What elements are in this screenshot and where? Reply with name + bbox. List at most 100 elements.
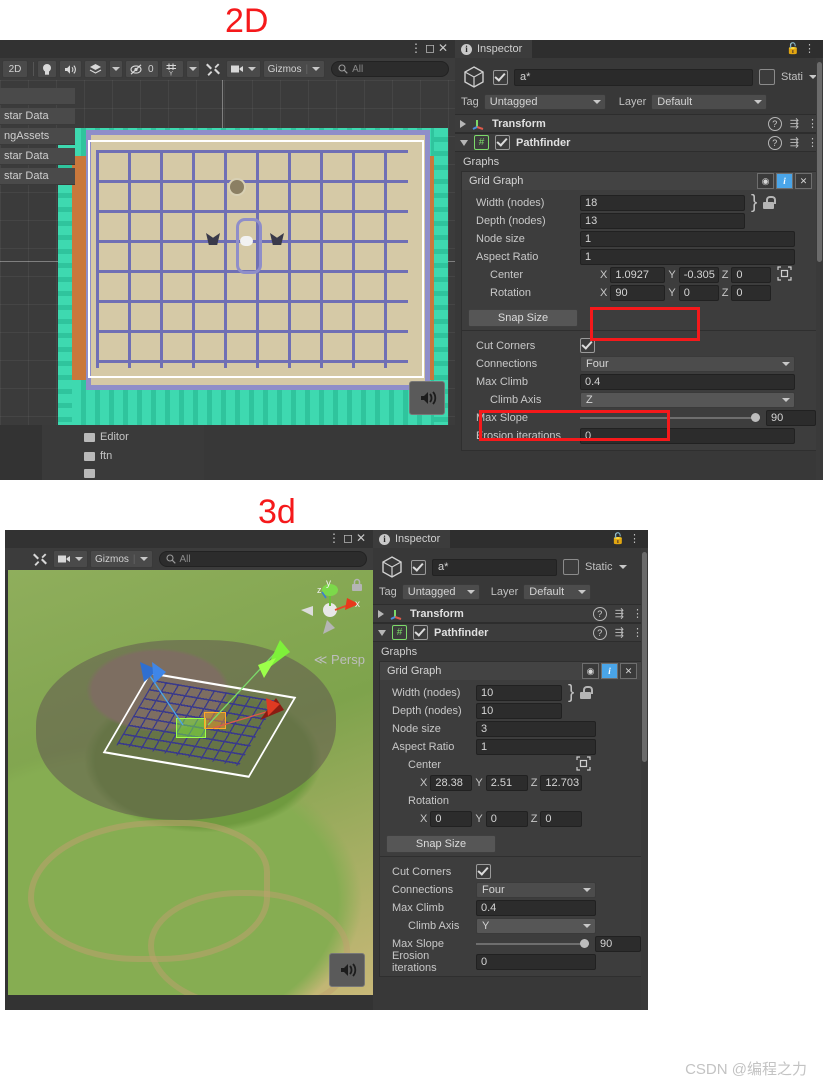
component-enabled-checkbox[interactable] <box>413 625 428 640</box>
projection-mode-label[interactable]: ≪ Persp <box>314 652 365 668</box>
layer-dropdown[interactable]: Default <box>651 94 768 110</box>
tab-inspector-2d[interactable]: i Inspector <box>455 40 533 58</box>
preset-icon[interactable]: ⇶ <box>790 136 799 149</box>
eye-icon[interactable]: ◉ <box>757 173 774 189</box>
snap-size-button-3d[interactable]: Snap Size <box>386 835 496 853</box>
connections-dropdown[interactable]: Four <box>476 881 596 898</box>
info-icon[interactable]: i <box>776 173 793 189</box>
component-tools[interactable]: ? ⇶ ⋮ <box>592 625 643 640</box>
snap-to-view-icon[interactable] <box>576 755 591 774</box>
max-climb-input[interactable]: 0.4 <box>580 373 795 390</box>
scene-camera-button[interactable] <box>225 60 261 78</box>
static-checkbox[interactable] <box>758 69 775 85</box>
audio-listener-button[interactable] <box>409 381 445 415</box>
lighting-toggle-button[interactable] <box>37 60 57 78</box>
rotation-y-input[interactable]: 0 <box>678 284 719 301</box>
object-active-checkbox[interactable] <box>493 69 508 85</box>
chevron-right-icon[interactable] <box>378 609 384 618</box>
close-icon[interactable]: ✕ <box>795 173 812 189</box>
scene-camera-button-3d[interactable] <box>53 550 88 568</box>
help-icon[interactable]: ? <box>767 135 782 150</box>
window-menu-icon[interactable]: ⋮ <box>410 41 425 55</box>
component-header-pathfinder-2d[interactable]: # Pathfinder ? ⇶ ⋮ <box>455 133 823 152</box>
component-tools[interactable]: ? ⇶ ⋮ <box>767 135 818 150</box>
grid-snapping-button[interactable]: Y <box>160 60 184 78</box>
close-icon[interactable]: ✕ <box>620 663 637 679</box>
layer-dropdown[interactable]: Default <box>523 584 592 600</box>
depth-input[interactable]: 13 <box>580 212 745 229</box>
rotation-y-input[interactable]: 0 <box>485 810 528 827</box>
rotation-x-input[interactable]: 90 <box>610 284 666 301</box>
component-tools[interactable]: ? ⇶ ⋮ <box>592 606 643 621</box>
rotation-z-input[interactable]: 0 <box>540 810 583 827</box>
window-menu-icon[interactable]: ⋮ <box>328 531 343 545</box>
preset-icon[interactable]: ⇶ <box>790 117 799 130</box>
scene-3d-viewport[interactable]: z y x ≪ Persp <box>8 570 373 995</box>
slider-knob[interactable] <box>580 939 589 948</box>
inspector-3d-scrollbar[interactable] <box>641 548 648 1010</box>
cut-corners-checkbox[interactable] <box>580 338 595 353</box>
tab-inspector-3d[interactable]: i Inspector <box>373 530 451 548</box>
aspect-ratio-input[interactable]: 1 <box>580 248 795 265</box>
scene-orientation-gizmo[interactable]: z y x <box>295 576 365 646</box>
info-icon[interactable]: i <box>601 663 618 679</box>
toggle-2d-button[interactable]: 2D <box>2 60 28 78</box>
max-slope-slider[interactable] <box>476 936 589 952</box>
lock-icon[interactable]: 🔓 <box>611 533 629 545</box>
lock-icon[interactable] <box>763 196 776 209</box>
component-header-transform-3d[interactable]: Transform ? ⇶ ⋮ <box>373 604 648 623</box>
chevron-right-icon[interactable] <box>460 119 466 128</box>
climb-axis-dropdown[interactable]: Y <box>476 917 596 934</box>
scene-tools-button-3d[interactable] <box>29 550 51 568</box>
component-tools[interactable]: ? ⇶ ⋮ <box>767 116 818 131</box>
center-z-input[interactable]: 12.703 <box>540 774 583 791</box>
object-name-input[interactable]: a* <box>432 558 557 576</box>
object-active-checkbox[interactable] <box>411 559 426 575</box>
lock-icon[interactable] <box>580 686 593 699</box>
center-z-input[interactable]: 0 <box>731 266 772 283</box>
project-peek-item-1[interactable]: ftn <box>84 450 112 462</box>
fx-toggle-button[interactable] <box>84 60 107 78</box>
inspector-2d-scrollbar[interactable] <box>816 58 823 480</box>
center-y-input[interactable]: -0.305 <box>678 266 719 283</box>
hierarchy-peek-item-3[interactable]: star Data <box>0 148 75 165</box>
grid-graph-header-3d[interactable]: Grid Graph ◉ i ✕ <box>380 662 641 680</box>
preset-icon[interactable]: ⇶ <box>615 607 624 620</box>
eye-icon[interactable]: ◉ <box>582 663 599 679</box>
hierarchy-peek-item-1[interactable]: star Data <box>0 108 75 125</box>
depth-input[interactable]: 10 <box>476 702 562 719</box>
max-slope-input[interactable]: 90 <box>595 935 641 952</box>
scene-2d-window-buttons[interactable]: ⋮◻✕ <box>410 41 451 55</box>
lock-icon[interactable]: 🔓 <box>786 43 804 55</box>
scene-3d-window-buttons[interactable]: ⋮◻✕ <box>328 531 369 545</box>
rotation-x-input[interactable]: 0 <box>430 810 473 827</box>
help-icon[interactable]: ? <box>592 625 607 640</box>
help-icon[interactable]: ? <box>767 116 782 131</box>
scene-2d-search-input[interactable]: All <box>331 61 449 77</box>
project-peek-item-2[interactable] <box>84 469 95 478</box>
tag-dropdown[interactable]: Untagged <box>483 94 606 110</box>
grid-graph-header[interactable]: Grid Graph ◉ i ✕ <box>462 172 816 190</box>
kebab-menu-icon[interactable]: ⋮ <box>629 533 644 545</box>
climb-axis-dropdown[interactable]: Z <box>580 391 795 408</box>
fx-dropdown-button[interactable] <box>109 60 123 78</box>
window-close-icon[interactable]: ✕ <box>356 531 369 545</box>
window-maximize-icon[interactable]: ◻ <box>425 41 438 55</box>
help-icon[interactable]: ? <box>592 606 607 621</box>
component-enabled-checkbox[interactable] <box>495 135 510 150</box>
inspector-3d-scroll-thumb[interactable] <box>642 552 647 762</box>
erosion-input[interactable]: 0 <box>580 427 795 444</box>
scene-visibility-button[interactable]: 0 <box>125 60 159 78</box>
hierarchy-peek-item-4[interactable]: star Data <box>0 168 75 185</box>
project-peek-item-0[interactable]: Editor <box>84 431 129 443</box>
node-size-input[interactable]: 3 <box>476 720 596 737</box>
inspector-3d-tab-actions[interactable]: 🔓⋮ <box>611 532 644 545</box>
preset-icon[interactable]: ⇶ <box>615 626 624 639</box>
inspector-2d-scroll-thumb[interactable] <box>817 62 822 262</box>
aspect-ratio-input[interactable]: 1 <box>476 738 596 755</box>
grid-graph-header-icons[interactable]: ◉ i ✕ <box>757 173 812 189</box>
audio-toggle-button[interactable] <box>59 60 82 78</box>
gizmos-button[interactable]: Gizmos | <box>262 60 326 78</box>
width-input[interactable]: 18 <box>580 194 745 211</box>
snap-size-button[interactable]: Snap Size <box>468 309 578 327</box>
